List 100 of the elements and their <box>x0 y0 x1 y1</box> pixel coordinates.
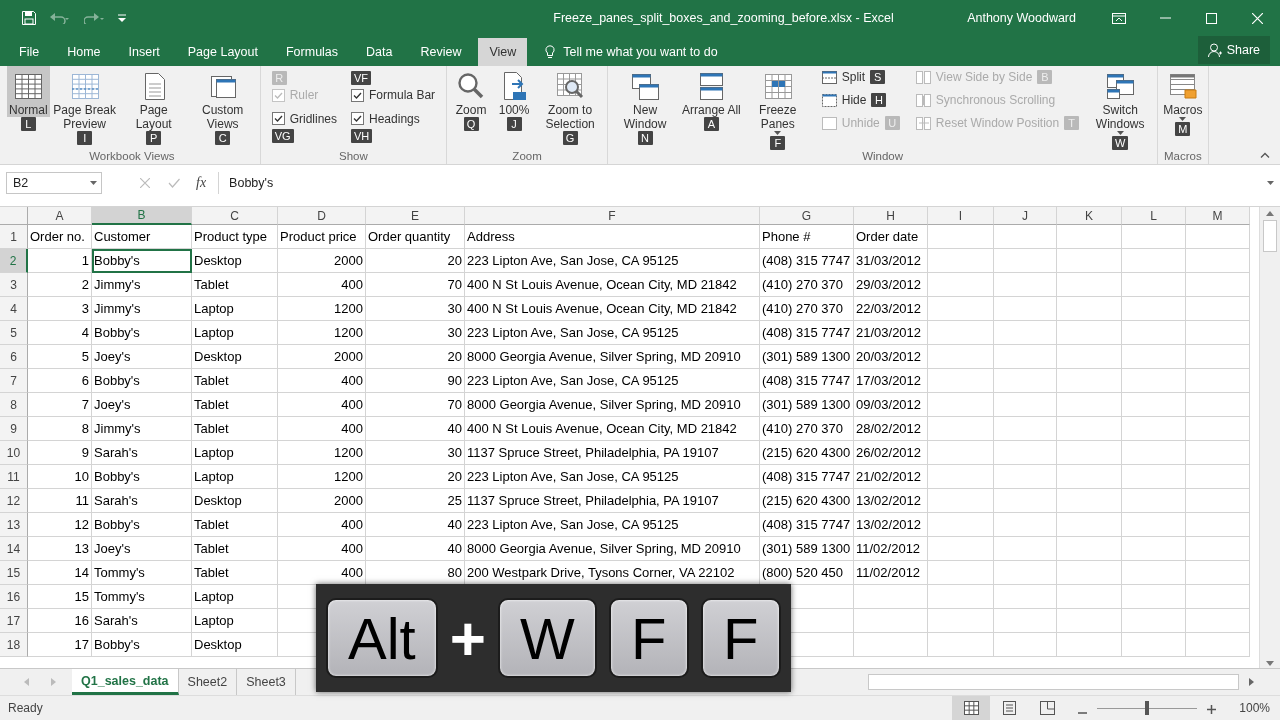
empty-cell <box>928 417 994 441</box>
reset-window-icon <box>914 114 932 132</box>
customize-button[interactable] <box>116 12 128 24</box>
tell-me-field[interactable]: Tell me what you want to do <box>561 44 786 60</box>
ribbon-button[interactable]: Custom Views <box>188 66 257 131</box>
sheet-tab[interactable]: Q1_sales_data <box>72 669 179 695</box>
cross-icon <box>140 178 150 188</box>
empty-cell <box>928 465 994 489</box>
ribbon-button: Synchronous Scrolling <box>912 91 1058 109</box>
ribbon-tab[interactable]: File <box>8 38 51 66</box>
row-header[interactable]: 14 <box>0 537 28 561</box>
table-cell: Laptop <box>192 609 278 633</box>
row-header[interactable]: 2 <box>0 249 28 273</box>
scroll-thumb[interactable] <box>1263 220 1277 252</box>
row-header[interactable]: 16 <box>0 585 28 609</box>
table-cell: 7 <box>28 393 92 417</box>
ribbon-tab[interactable]: Insert <box>117 38 171 66</box>
checkbox[interactable]: Headings <box>351 108 420 129</box>
ribbon-button[interactable]: Zoom to Selection <box>536 66 605 131</box>
empty-cell <box>994 489 1057 513</box>
row-header[interactable]: 1 <box>0 225 28 249</box>
row-header[interactable]: 15 <box>0 561 28 585</box>
scroll-down-button[interactable] <box>1264 659 1276 668</box>
row-header[interactable]: 10 <box>0 441 28 465</box>
table-cell: 1137 Spruce Street, Philadelphia, PA 19107 <box>465 489 760 513</box>
name-box[interactable]: B2 <box>6 172 102 194</box>
column-header[interactable]: M <box>1186 207 1250 225</box>
ribbon-button[interactable]: Page Break Preview <box>50 66 119 131</box>
formula-field[interactable]: Bobby's <box>218 172 1280 194</box>
column-header[interactable]: C <box>192 207 278 225</box>
triangle-left-icon <box>24 678 29 686</box>
column-header[interactable]: G <box>760 207 854 225</box>
column-header[interactable]: D <box>278 207 366 225</box>
ribbon-tab[interactable]: Review <box>409 38 473 66</box>
table-cell: (408) 315 7747 <box>760 249 854 273</box>
empty-cell <box>994 369 1057 393</box>
row-header[interactable]: 18 <box>0 633 28 657</box>
ribbon-button[interactable]: Normal <box>7 66 50 117</box>
share-button[interactable]: Share <box>1197 36 1270 64</box>
column-header[interactable]: H <box>854 207 928 225</box>
row-header[interactable]: 11 <box>0 465 28 489</box>
column-header[interactable]: L <box>1122 207 1186 225</box>
checkbox[interactable]: Formula Bar <box>351 85 436 105</box>
ribbon-tab[interactable]: Page Layout <box>176 38 269 66</box>
table-cell: (410) 270 370 <box>760 417 854 441</box>
row-header[interactable]: 17 <box>0 609 28 633</box>
ribbon-button[interactable]: Page Layout <box>119 66 188 131</box>
ribbon-button[interactable]: Switch Windows <box>1086 66 1155 136</box>
row-header[interactable]: 6 <box>0 345 28 369</box>
scroll-up-button[interactable] <box>1264 209 1276 218</box>
ribbon-button[interactable]: 100% <box>493 66 536 117</box>
ribbon-button[interactable]: Split <box>818 68 868 86</box>
empty-cell <box>928 441 994 465</box>
ribbon-button[interactable]: Macros <box>1161 66 1205 122</box>
ribbon-button[interactable]: New Window <box>611 66 680 131</box>
save-button[interactable] <box>20 9 38 27</box>
group-label: Macros <box>1163 150 1203 164</box>
ribbon-tab[interactable]: View <box>478 38 528 66</box>
table-cell: 223 Lipton Ave, San Jose, CA 95125 <box>465 321 760 345</box>
ribbon-button[interactable]: Arrange All <box>680 66 743 117</box>
ribbon-button[interactable]: Zoom <box>450 66 493 117</box>
row-header[interactable]: 12 <box>0 489 28 513</box>
ribbon-tab[interactable]: Formulas <box>274 38 350 66</box>
ribbon-button[interactable]: Hide <box>818 91 869 109</box>
table-cell: (301) 589 1300 <box>760 537 854 561</box>
column-header[interactable]: E <box>366 207 465 225</box>
row-header[interactable]: 13 <box>0 513 28 537</box>
empty-cell <box>1057 297 1122 321</box>
scroll-right-button[interactable] <box>1247 676 1256 688</box>
collapse-ribbon-button[interactable] <box>1258 150 1272 160</box>
row-header[interactable]: 5 <box>0 321 28 345</box>
user-name: Anthony Woodward <box>967 11 1076 25</box>
keytip: N <box>637 131 653 145</box>
column-header[interactable]: J <box>994 207 1057 225</box>
column-header[interactable]: K <box>1057 207 1122 225</box>
ribbon-tab[interactable]: Data <box>355 38 404 66</box>
view-button[interactable] <box>952 696 990 720</box>
column-header[interactable]: B <box>92 207 192 225</box>
empty-cell <box>1057 345 1122 369</box>
table-cell: (408) 315 7747 <box>760 321 854 345</box>
keytip: W <box>1112 136 1129 150</box>
select-all-button[interactable] <box>0 207 28 225</box>
row-header[interactable]: 9 <box>0 417 28 441</box>
ribbon-tab[interactable]: Home <box>56 38 112 66</box>
checkbox[interactable]: Gridlines <box>271 108 338 129</box>
empty-cell <box>1057 609 1122 633</box>
row-header[interactable]: 7 <box>0 369 28 393</box>
active-cell[interactable]: Bobby's <box>92 249 192 273</box>
column-header[interactable]: A <box>28 207 92 225</box>
scroll-thumb[interactable] <box>868 674 1239 690</box>
ribbon-button[interactable]: Freeze Panes <box>743 66 812 136</box>
slider-thumb[interactable] <box>1145 701 1149 715</box>
row-header[interactable]: 4 <box>0 297 28 321</box>
row-header[interactable]: 8 <box>0 393 28 417</box>
insert-function-button[interactable]: fx <box>196 175 207 191</box>
table-cell: Tommy's <box>92 561 192 585</box>
row-header[interactable]: 3 <box>0 273 28 297</box>
column-header[interactable]: I <box>928 207 994 225</box>
table-cell: 30 <box>366 321 465 345</box>
column-header[interactable]: F <box>465 207 760 225</box>
